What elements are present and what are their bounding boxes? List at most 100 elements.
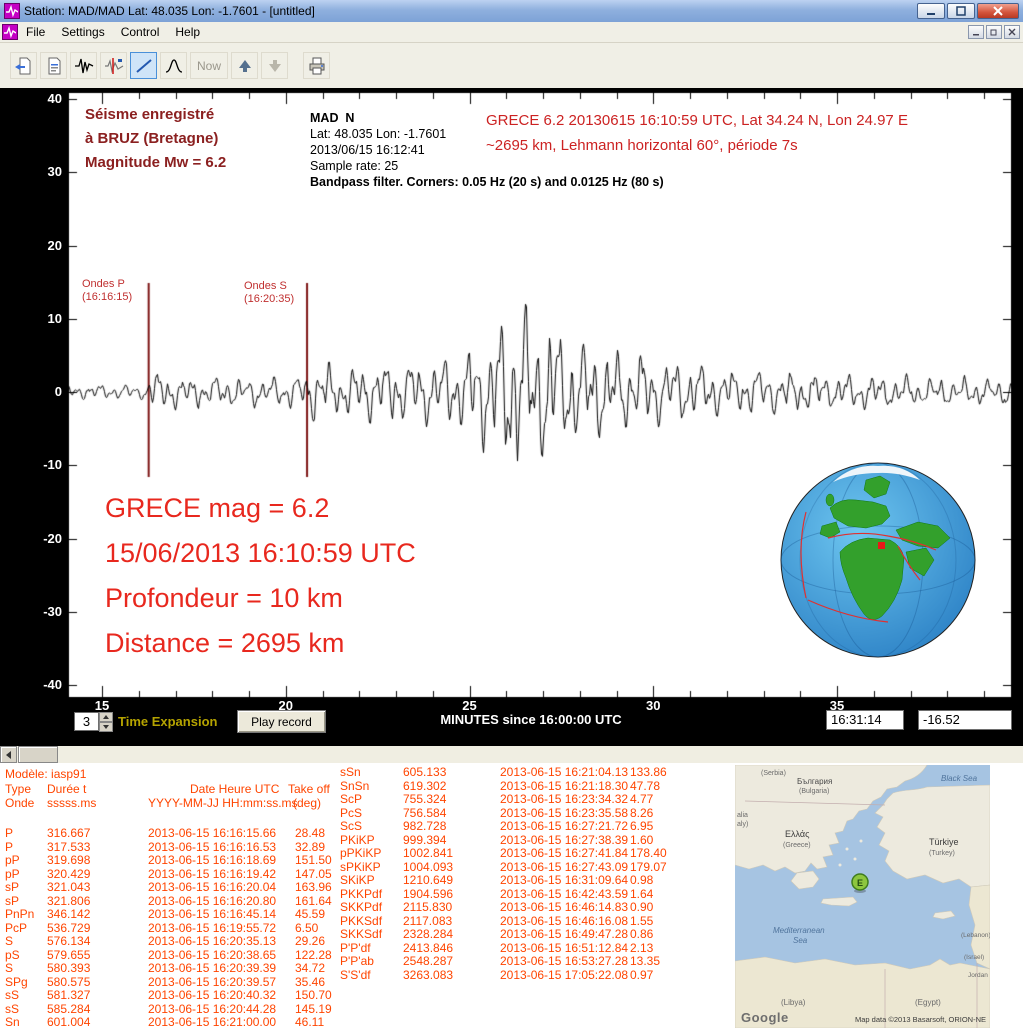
phase-row: S'S'df3263.0832013-06-15 17:05:22.080.97 [340,968,735,982]
expansion-up-button[interactable] [99,712,113,722]
menu-settings[interactable]: Settings [53,23,112,41]
scroll-left-button[interactable] [0,746,17,763]
now-button[interactable]: Now [190,52,228,79]
y-axis-label: 40 [24,91,62,107]
map-label: Mediterranean [773,926,825,935]
phase-row: PcS756.5842013-06-15 16:23:35.588.26 [340,806,735,820]
helicorder-view-button[interactable] [70,52,97,79]
mdi-close-button[interactable] [1004,25,1020,39]
play-record-button[interactable]: Play record [237,710,326,733]
phase-row: S580.3932013-06-15 16:20:39.3934.72 [5,961,350,975]
map-label: (Libya) [781,998,806,1007]
phase-row: sP321.8062013-06-15 16:16:20.80161.64 [5,894,350,908]
p-wave-label: Ondes P (16:16:15) [82,278,132,304]
phase-panel: Modèle: iasp91 Type Onde Durée t sssss.m… [0,763,1023,1033]
map-image: E (Serbia)България(Bulgaria)Black Seaali… [735,765,990,1028]
phase-row: P'P'df2413.8462013-06-15 16:51:12.842.13 [340,941,735,955]
print-button[interactable] [303,52,330,79]
col-date-format: YYYY-MM-JJ HH:mm:ss.ms [148,796,298,810]
event-summary: GRECE mag = 6.2 15/06/2013 16:10:59 UTC … [105,486,416,666]
map-label: aly) [737,821,748,828]
epicenter-marker [878,542,885,549]
y-axis-label: -40 [24,677,62,693]
diagonal-line-icon [134,56,154,76]
up-arrow-icon [103,715,109,719]
y-axis-label: 0 [24,384,62,400]
map-label: България [797,777,832,786]
filter-button[interactable] [160,52,187,79]
bell-curve-icon [164,56,184,76]
toolbar: Now [0,43,1023,88]
map-label: Sea [793,936,808,945]
plot-area: Séisme enregistré à BRUZ (Bretagne) Magn… [68,92,1012,698]
phase-row: SKiKP1210.6492013-06-15 16:31:09.640.98 [340,873,735,887]
model-label: Modèle: iasp91 [5,767,86,781]
document-lines-icon [44,56,64,76]
titlebar: Station: MAD/MAD Lat: 48.035 Lon: -1.760… [0,0,1023,22]
phase-row: SKKSdf2328.2842013-06-15 16:49:47.280.86 [340,927,735,941]
col-date-header: Date Heure UTC [190,782,279,796]
recording-note: Séisme enregistré à BRUZ (Bretagne) Magn… [85,103,226,175]
mdi-minimize-button[interactable] [968,25,984,39]
maximize-button[interactable] [947,3,975,19]
map-label: (Lebanon) [961,932,990,939]
down-arrow-icon [267,58,283,74]
map-label: alia [737,812,748,819]
phase-row: sS581.3272013-06-15 16:20:40.32150.70 [5,988,350,1002]
menu-help[interactable]: Help [167,23,208,41]
document-icon [2,24,18,40]
y-axis-label: 30 [24,164,62,180]
up-arrow-icon [237,58,253,74]
waveform-marker-icon [104,56,124,76]
phase-row: pPKiKP1002.8412013-06-15 16:27:41.84178.… [340,846,735,860]
menu-file[interactable]: File [18,23,53,41]
phase-row: PnPn346.1422013-06-15 16:16:45.1445.59 [5,907,350,921]
phase-row: PKKSdf2117.0832013-06-15 16:46:16.081.55 [340,914,735,928]
extract-trace-button[interactable] [130,52,157,79]
open-file-icon [14,56,34,76]
time-expansion-label: Time Expansion [118,714,217,729]
menubar: File Settings Control Help [0,22,1023,43]
open-file-button[interactable] [10,52,37,79]
x-axis-label: 35 [817,698,857,713]
phase-row: sSn605.1332013-06-15 16:21:04.13133.86 [340,765,735,779]
map-label: Türkiye [929,837,959,847]
map-attribution: Map data ©2013 Basarsoft, ORION-NE [855,1015,986,1024]
y-axis-label: -20 [24,531,62,547]
col-duree-unit: sssss.ms [47,796,96,810]
phase-row: pS579.6552013-06-15 16:20:38.65122.28 [5,948,350,962]
map-label: (Greece) [783,842,811,849]
close-button[interactable] [977,3,1019,19]
scroll-up-button[interactable] [231,52,258,79]
col-takeoff-unit: (deg) [293,796,321,810]
horizontal-scrollbar[interactable] [0,746,1023,763]
scrollbar-thumb[interactable] [18,746,58,763]
minimize-button[interactable] [917,3,945,19]
phase-row: P316.6672013-06-15 16:16:15.6628.48 [5,826,350,840]
phase-row: SKKPdf2115.8302013-06-15 16:46:14.830.90 [340,900,735,914]
phase-row: ScS982.7282013-06-15 16:27:21.726.95 [340,819,735,833]
down-arrow-icon [103,725,109,729]
phase-row: sP321.0432013-06-15 16:16:20.04163.96 [5,880,350,894]
y-axis-label: -30 [24,604,62,620]
expansion-down-button[interactable] [99,722,113,732]
time-expansion-input[interactable] [74,712,99,731]
mdi-window-buttons [968,25,1020,39]
phase-row: sS585.2842013-06-15 16:20:44.28145.19 [5,1002,350,1016]
map-label: (Serbia) [761,770,786,777]
menu-control[interactable]: Control [113,23,168,41]
phase-row: SPg580.5752013-06-15 16:20:39.5735.46 [5,975,350,989]
marker-letter: E [857,878,863,888]
y-axis-label: -10 [24,457,62,473]
left-arrow-icon [6,751,11,759]
s-wave-label: Ondes S (16:20:35) [244,280,294,306]
waveform-icon [74,56,94,76]
scroll-down-button[interactable] [261,52,288,79]
phase-row: PKiKP999.3942013-06-15 16:27:38.391.60 [340,833,735,847]
save-view-button[interactable] [40,52,67,79]
mdi-restore-button[interactable] [986,25,1002,39]
pick-phase-button[interactable] [100,52,127,79]
x-axis-label: 25 [450,698,490,713]
current-time-display: 16:31:14 [826,710,904,730]
x-axis-label: 20 [266,698,306,713]
